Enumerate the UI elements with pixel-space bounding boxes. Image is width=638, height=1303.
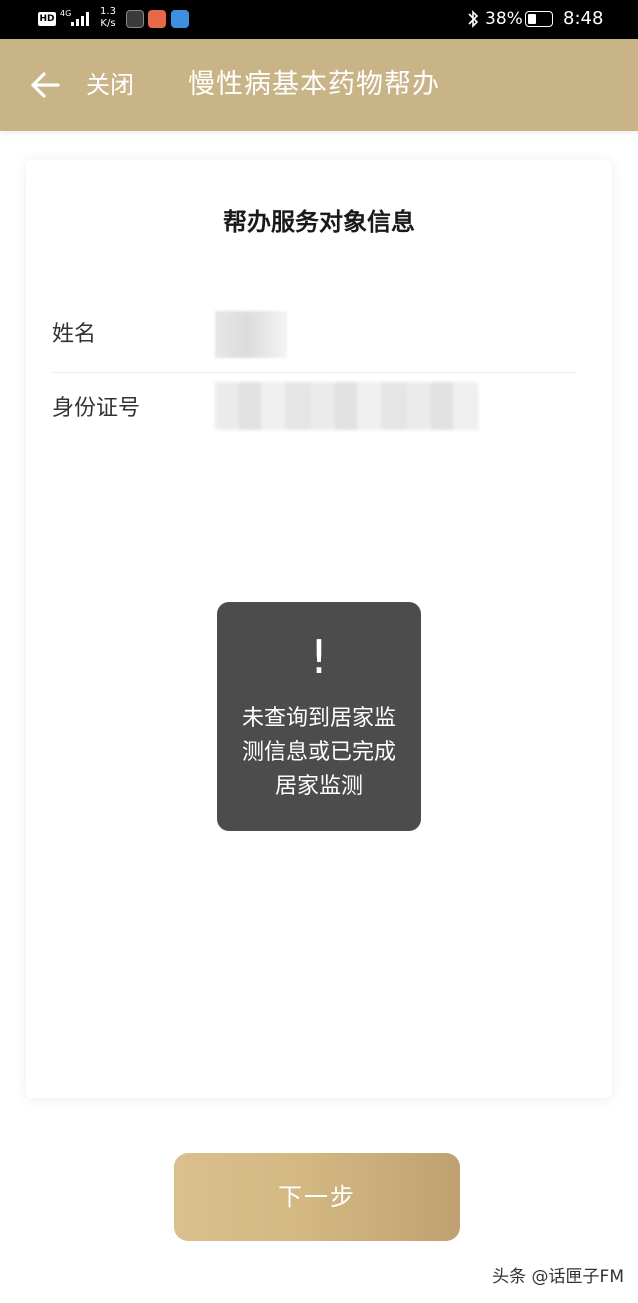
signal-icon	[71, 12, 89, 26]
next-step-button[interactable]: 下一步	[174, 1153, 460, 1241]
status-bar: HD 4G 1.3 K/s 38% 8:48	[0, 0, 638, 39]
nav-bar: 关闭 慢性病基本药物帮办	[0, 39, 638, 131]
close-button[interactable]: 关闭	[86, 69, 134, 101]
name-label: 姓名	[52, 322, 97, 347]
field-row-name: 姓名	[52, 298, 576, 373]
network-speed-unit: K/s	[100, 18, 116, 29]
message-notification-icon	[171, 10, 189, 28]
battery-icon	[525, 11, 553, 27]
name-redacted-blur	[215, 311, 287, 358]
toast-message: ! 未查询到居家监测信息或已完成居家监测	[217, 602, 421, 831]
battery-percent: 38%	[485, 9, 523, 29]
page: HD 4G 1.3 K/s 38% 8:48 关闭 慢性病基本药物帮办 帮办服务…	[0, 0, 638, 1303]
app-notification-icon	[126, 10, 144, 28]
page-title: 慢性病基本药物帮办	[188, 69, 440, 100]
watermark: 头条 @话匣子FM	[492, 1267, 624, 1287]
network-speed: 1.3 K/s	[97, 6, 119, 30]
id-number-redacted-blur	[215, 382, 478, 430]
bluetooth-icon	[468, 10, 479, 28]
hd-badge: HD	[38, 12, 56, 26]
weibo-notification-icon	[148, 10, 166, 28]
card-title: 帮办服务对象信息	[223, 208, 415, 236]
battery-fill	[528, 14, 536, 24]
exclamation-icon: !	[309, 630, 329, 684]
toast-text: 未查询到居家监测信息或已完成居家监测	[241, 706, 396, 799]
status-time: 8:48	[563, 8, 604, 29]
id-number-label: 身份证号	[52, 396, 141, 421]
network-speed-value: 1.3	[100, 6, 116, 17]
back-arrow-icon[interactable]	[30, 71, 60, 99]
